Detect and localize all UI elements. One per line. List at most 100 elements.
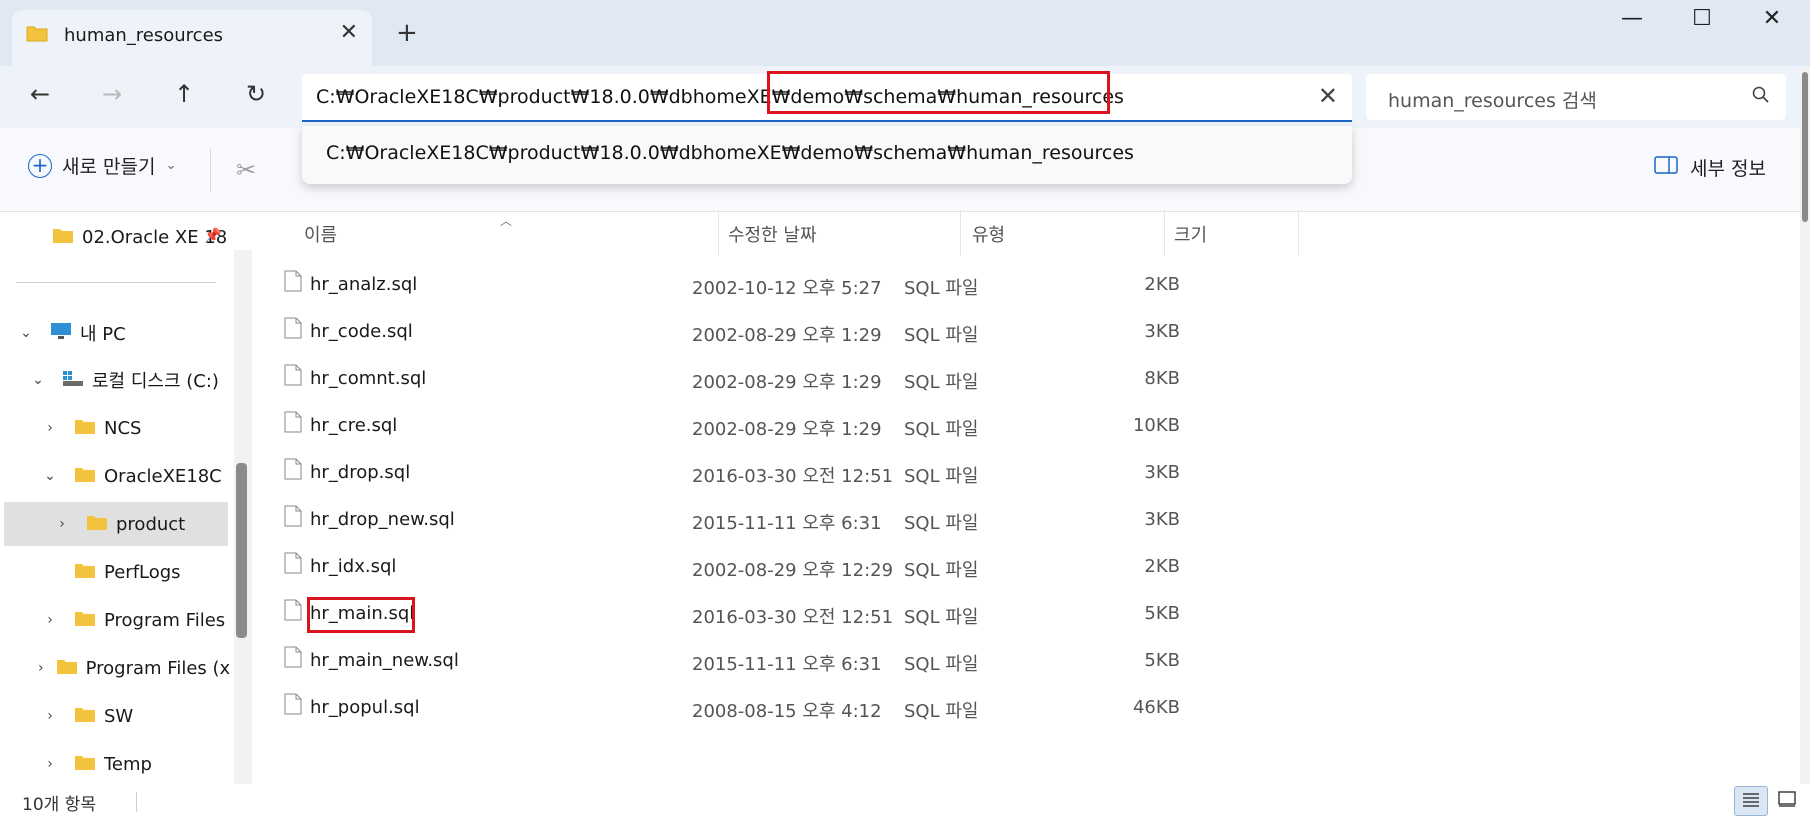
sidebar-item-this-pc[interactable]: ⌄ 내 PC	[14, 311, 234, 355]
new-button-label: 새로 만들기	[62, 156, 156, 178]
file-icon	[284, 364, 302, 391]
up-button[interactable]: ↑	[166, 80, 202, 108]
file-name: hr_popul.sql	[310, 697, 420, 718]
refresh-button[interactable]: ↻	[238, 80, 274, 108]
new-button[interactable]: + 새로 만들기 ⌄	[28, 152, 176, 179]
folder-icon	[74, 753, 96, 776]
chevron-down-icon[interactable]: ⌄	[14, 325, 38, 341]
close-window-button[interactable]: ✕	[1742, 6, 1802, 31]
address-suggestion-item[interactable]: C:₩OracleXE18C₩product₩18.0.0₩dbhomeXE₩d…	[326, 142, 1134, 164]
file-icon	[284, 599, 302, 626]
sidebar-item-program-files[interactable]: › Program Files	[38, 598, 234, 642]
sidebar-item-label: Program Files	[104, 609, 226, 631]
sidebar-item-product[interactable]: › product	[4, 502, 228, 546]
forward-button[interactable]: →	[94, 80, 130, 108]
chevron-down-icon: ⌄	[165, 158, 177, 173]
file-date: 2016-03-30 오전 12:51	[692, 607, 894, 628]
sidebar-item-ncs[interactable]: › NCS	[38, 406, 234, 450]
maximize-button[interactable]: ☐	[1672, 6, 1732, 31]
large-icons-view-button[interactable]	[1770, 786, 1804, 816]
new-tab-button[interactable]: +	[396, 18, 418, 48]
column-separator[interactable]	[960, 212, 961, 256]
file-size: 2KB	[1144, 556, 1180, 577]
chevron-right-icon[interactable]: ›	[38, 420, 62, 436]
tab-human-resources[interactable]: human_resources ✕	[12, 10, 372, 66]
list-view-icon	[1742, 791, 1760, 811]
file-icon	[284, 552, 302, 579]
column-header-size[interactable]: 크기	[1174, 212, 1274, 256]
sidebar-scrollbar-thumb[interactable]	[236, 463, 247, 638]
sidebar-item-oraclexe18c[interactable]: ⌄ OracleXE18C	[38, 454, 234, 498]
file-date: 2016-03-30 오전 12:51	[692, 466, 894, 487]
file-name: hr_drop_new.sql	[310, 509, 455, 530]
chevron-right-icon[interactable]: ›	[38, 708, 62, 724]
pin-icon: 📌	[204, 228, 222, 244]
file-name: hr_main_new.sql	[310, 650, 459, 671]
column-label: 수정한 날짜	[728, 225, 817, 246]
search-placeholder[interactable]: human_resources 검색	[1388, 86, 1597, 113]
column-header-name[interactable]: 이름	[304, 212, 714, 256]
sidebar-item-program-files-x86[interactable]: › Program Files (x	[38, 646, 230, 690]
file-date: 2002-08-29 오후 1:29	[692, 419, 882, 440]
content-scrollbar-thumb[interactable]	[1802, 72, 1808, 222]
address-suggestion-dropdown: C:₩OracleXE18C₩product₩18.0.0₩dbhomeXE₩d…	[302, 126, 1352, 184]
cut-icon[interactable]: ✂	[236, 156, 256, 184]
minimize-button[interactable]: —	[1602, 6, 1662, 31]
column-header-type[interactable]: 유형	[972, 212, 1152, 256]
chevron-right-icon[interactable]: ›	[38, 660, 44, 676]
file-name: hr_comnt.sql	[310, 368, 427, 389]
column-header-date[interactable]: 수정한 날짜	[728, 212, 928, 256]
sidebar-item-label: SW	[104, 705, 134, 727]
table-row[interactable]: hr_popul.sql 2008-08-15 오후 4:12 SQL 파일 4…	[284, 685, 1544, 732]
table-row[interactable]: hr_code.sql 2002-08-29 오후 1:29 SQL 파일 3K…	[284, 309, 1544, 356]
file-size: 8KB	[1144, 368, 1180, 389]
sidebar-item-temp[interactable]: › Temp	[38, 742, 234, 786]
navigation-pane: 02.Oracle XE 18 📌 ⌄ 내 PC ⌄ 로컬 디스크 (C:) ›…	[0, 212, 252, 784]
sidebar-item-label: product	[116, 513, 186, 535]
sidebar-item-label: OracleXE18C	[104, 465, 222, 487]
drive-icon	[62, 369, 84, 392]
file-size: 5KB	[1144, 603, 1180, 624]
clear-address-icon[interactable]: ✕	[1318, 82, 1338, 110]
search-icon[interactable]	[1752, 86, 1770, 108]
chevron-right-icon[interactable]: ›	[50, 516, 74, 532]
details-button[interactable]: 세부 정보	[1654, 154, 1766, 181]
file-date: 2015-11-11 오후 6:31	[692, 513, 882, 534]
chevron-right-icon[interactable]: ›	[38, 612, 62, 628]
chevron-down-icon[interactable]: ⌄	[26, 372, 50, 388]
folder-icon	[74, 417, 96, 440]
file-icon	[284, 458, 302, 485]
folder-icon	[74, 561, 96, 584]
sidebar-item-sw[interactable]: › SW	[38, 694, 234, 738]
folder-icon	[74, 705, 96, 728]
file-size: 5KB	[1144, 650, 1180, 671]
sidebar-item-local-disk[interactable]: ⌄ 로컬 디스크 (C:)	[26, 358, 236, 402]
sidebar-item-perflogs[interactable]: PerfLogs	[38, 550, 234, 594]
table-row[interactable]: hr_drop.sql 2016-03-30 오전 12:51 SQL 파일 3…	[284, 450, 1544, 497]
column-separator[interactable]	[1164, 212, 1165, 256]
file-name: hr_idx.sql	[310, 556, 397, 577]
column-label: 크기	[1174, 225, 1208, 246]
back-button[interactable]: ←	[22, 80, 58, 108]
table-row[interactable]: hr_idx.sql 2002-08-29 오후 12:29 SQL 파일 2K…	[284, 544, 1544, 591]
table-row[interactable]: hr_drop_new.sql 2015-11-11 오후 6:31 SQL 파…	[284, 497, 1544, 544]
table-row[interactable]: hr_cre.sql 2002-08-29 오후 1:29 SQL 파일 10K…	[284, 403, 1544, 450]
file-type: SQL 파일	[904, 654, 979, 675]
table-row[interactable]: hr_main_new.sql 2015-11-11 오후 6:31 SQL 파…	[284, 638, 1544, 685]
file-size: 3KB	[1144, 509, 1180, 530]
table-row[interactable]: hr_comnt.sql 2002-08-29 오후 1:29 SQL 파일 8…	[284, 356, 1544, 403]
file-name: hr_code.sql	[310, 321, 413, 342]
chevron-down-icon[interactable]: ⌄	[38, 468, 62, 484]
chevron-right-icon[interactable]: ›	[38, 756, 62, 772]
table-row[interactable]: hr_main.sql 2016-03-30 오전 12:51 SQL 파일 5…	[284, 591, 1544, 638]
folder-icon	[74, 465, 96, 488]
file-size: 10KB	[1132, 415, 1180, 436]
table-row[interactable]: hr_analz.sql 2002-10-12 오후 5:27 SQL 파일 2…	[284, 262, 1544, 309]
column-separator[interactable]	[718, 212, 719, 256]
search-box[interactable]: human_resources 검색	[1366, 74, 1786, 120]
details-view-button[interactable]	[1734, 786, 1768, 816]
command-separator	[210, 148, 211, 192]
tab-close-icon[interactable]: ✕	[340, 20, 358, 45]
file-type: SQL 파일	[904, 560, 979, 581]
column-separator[interactable]	[1298, 212, 1299, 256]
